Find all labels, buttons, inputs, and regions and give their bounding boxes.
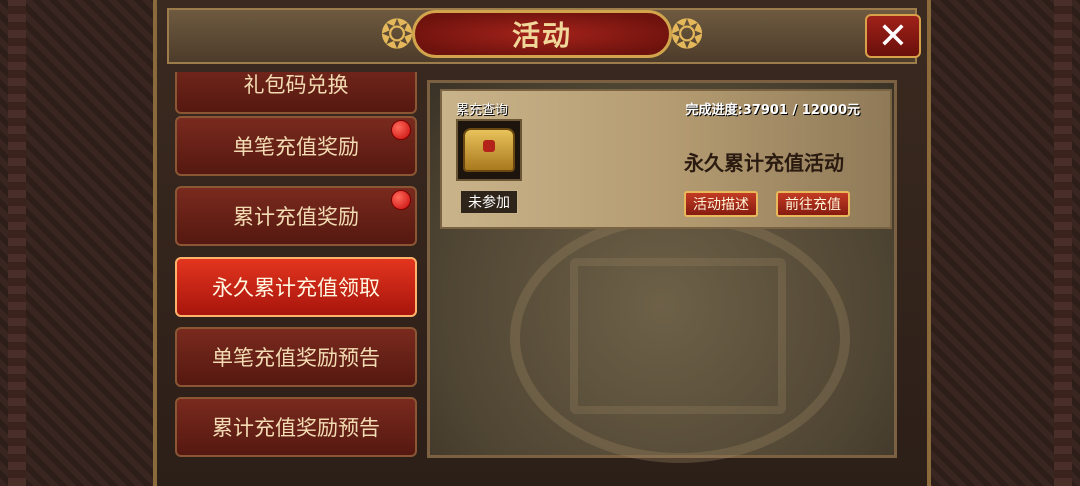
- activity-sidebar: 礼包码兑换 单笔充值奖励 累计充值奖励 永久累计充值领取 单笔充值奖励预告 累计…: [169, 72, 419, 472]
- go-recharge-button[interactable]: 前往充值: [776, 191, 850, 217]
- activity-description-button[interactable]: 活动描述: [684, 191, 758, 217]
- activity-title: 永久累计充值活动: [684, 151, 844, 175]
- notification-dot-icon: [391, 190, 411, 210]
- right-background: [925, 0, 1080, 486]
- sidebar-item-label: 单笔充值奖励预告: [212, 346, 380, 370]
- sidebar-item-cumulative-recharge[interactable]: 累计充值奖励: [175, 186, 417, 246]
- cloud-ornament-icon: ❂: [670, 12, 704, 58]
- close-icon: ✕: [877, 15, 909, 57]
- sidebar-item-label: 永久累计充值领取: [212, 276, 380, 300]
- sidebar-item-gift-code[interactable]: 礼包码兑换: [175, 72, 417, 114]
- left-background: [0, 0, 155, 486]
- sidebar-item-label: 累计充值奖励预告: [212, 416, 380, 440]
- page-title: 活动: [511, 19, 572, 52]
- sidebar-item-single-preview[interactable]: 单笔充值奖励预告: [175, 327, 417, 387]
- close-button[interactable]: ✕: [865, 14, 921, 58]
- activity-card: 累充查询 完成进度:37901 / 12000元 未参加 永久累计充值活动 活动…: [440, 89, 892, 229]
- chest-body: [463, 128, 515, 172]
- notification-dot-icon: [391, 120, 411, 140]
- treasure-chest-icon: [456, 119, 522, 181]
- cloud-ornament-icon: ❂: [380, 12, 414, 58]
- sidebar-item-label: 礼包码兑换: [243, 73, 349, 97]
- title-plate: ❂ 活动 ❂: [380, 10, 704, 58]
- content-area: 累充查询 完成进度:37901 / 12000元 未参加 永久累计充值活动 活动…: [427, 80, 897, 463]
- card-label: 累充查询: [456, 103, 509, 118]
- background-medallion-inner: [570, 258, 786, 414]
- join-status-button[interactable]: 未参加: [460, 190, 518, 214]
- sidebar-item-permanent-cumulative[interactable]: 永久累计充值领取: [175, 257, 417, 317]
- sidebar-item-label: 单笔充值奖励: [233, 135, 359, 159]
- sidebar-item-cumulative-preview[interactable]: 累计充值奖励预告: [175, 397, 417, 457]
- sidebar-item-single-recharge[interactable]: 单笔充值奖励: [175, 116, 417, 176]
- sidebar-item-label: 累计充值奖励: [233, 205, 359, 229]
- progress-text: 完成进度:37901 / 12000元: [685, 103, 860, 118]
- activity-panel: ❂ 活动 ❂ ✕ 礼包码兑换 单笔充值奖励 累计充值奖励 永久累计充值领取 单笔…: [153, 0, 931, 486]
